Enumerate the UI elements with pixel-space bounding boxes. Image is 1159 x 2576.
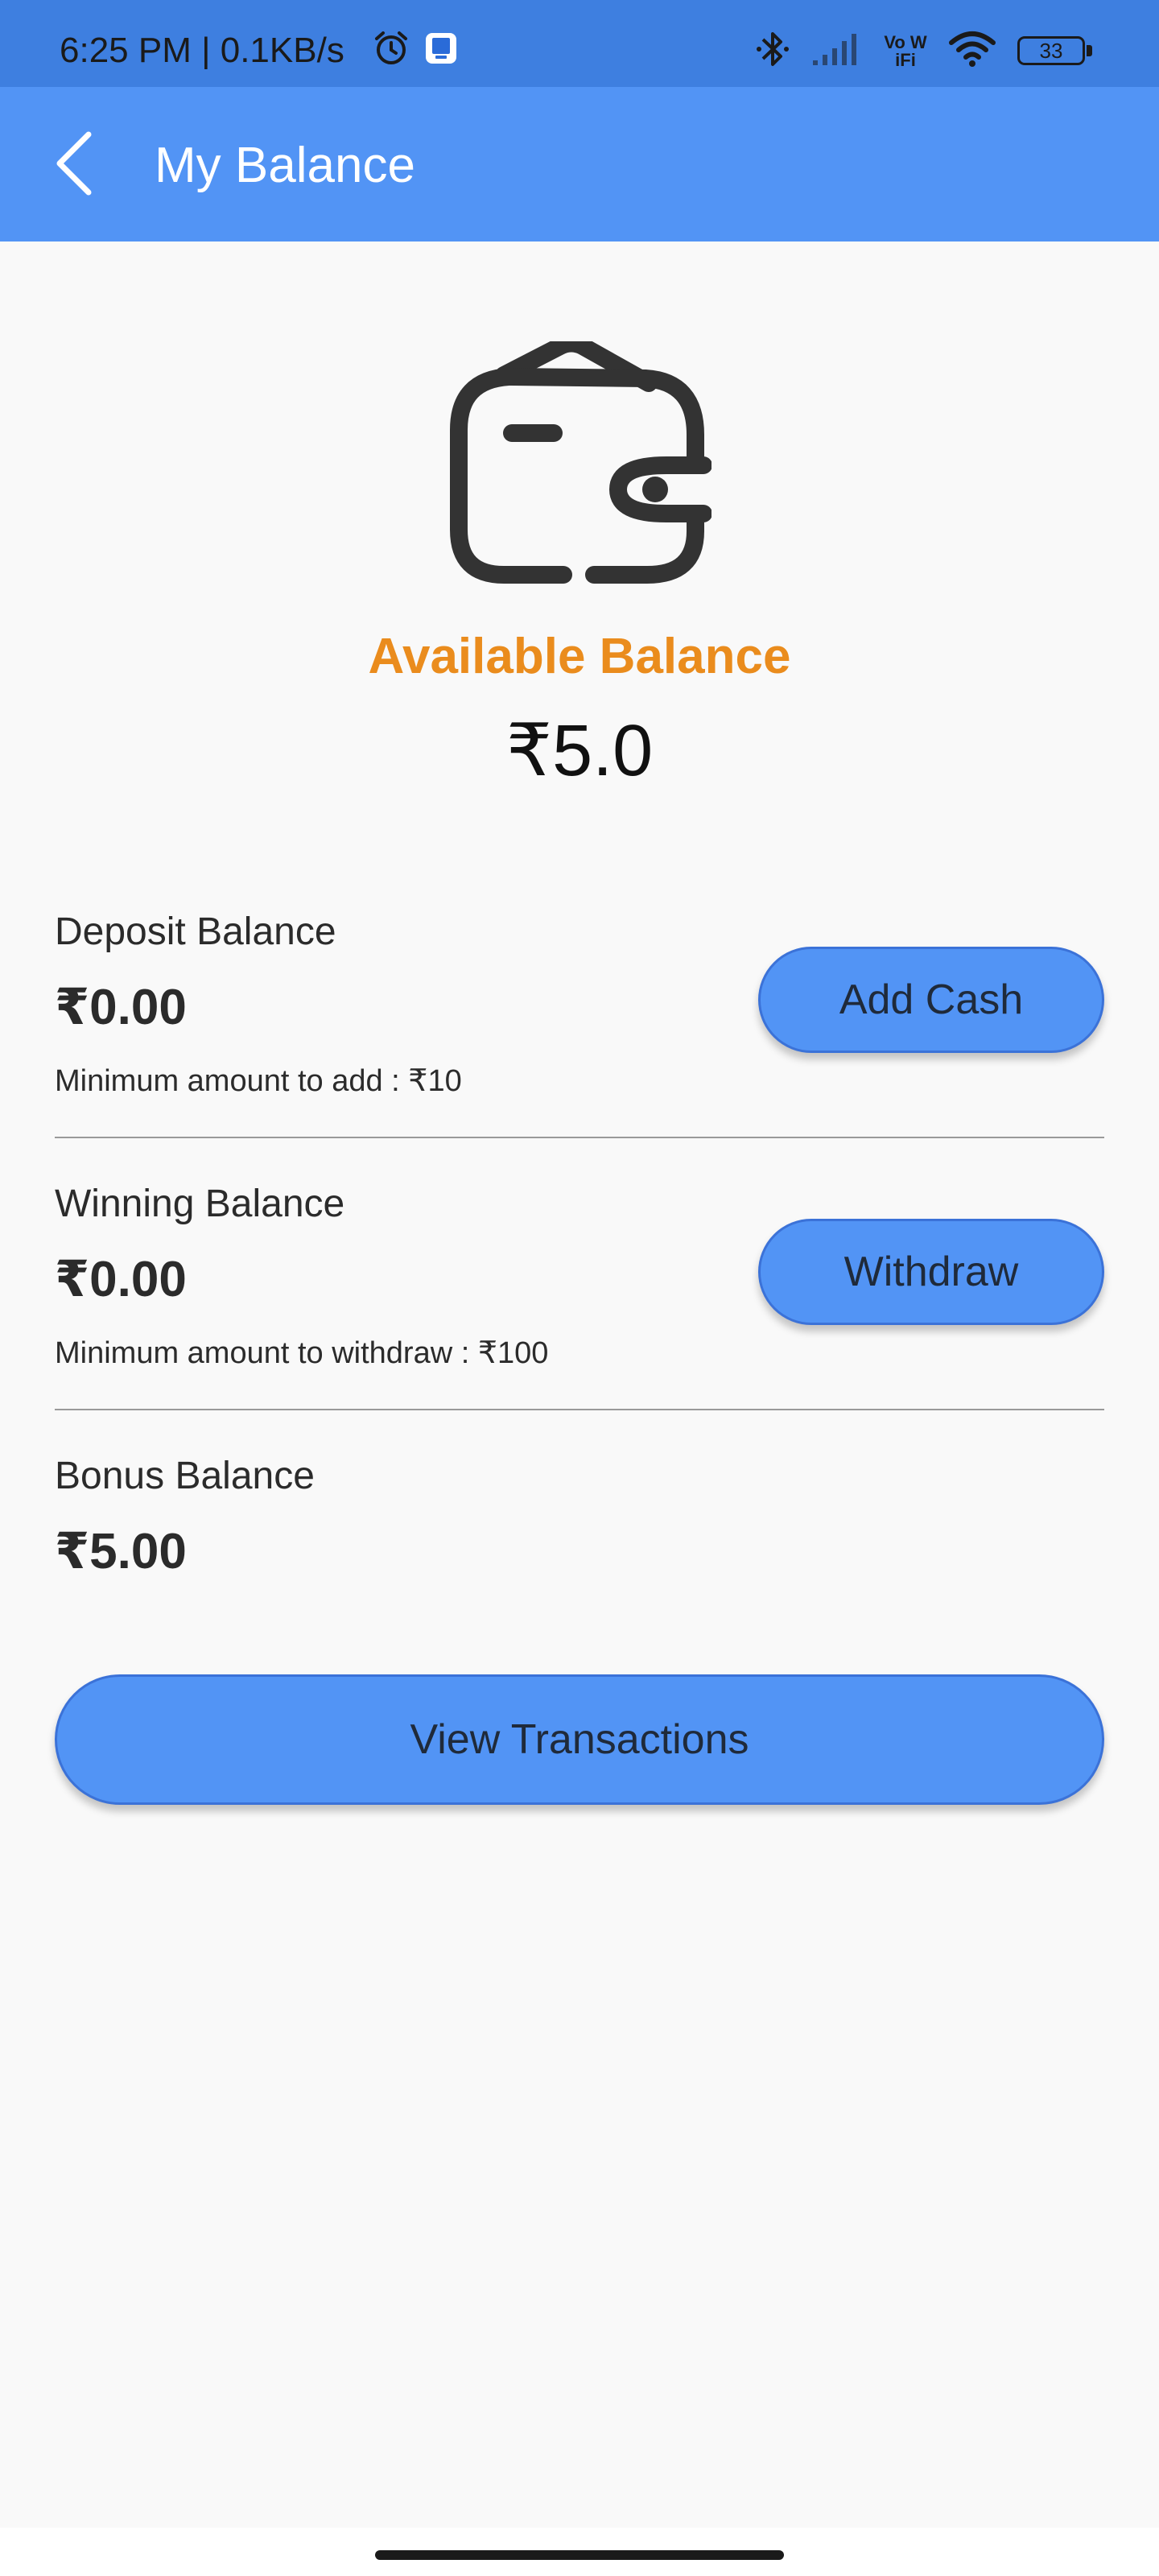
wallet-icon bbox=[448, 334, 712, 599]
bonus-balance-amount: ₹5.00 bbox=[55, 1524, 187, 1579]
back-button[interactable] bbox=[45, 129, 103, 201]
winning-minimum-note: Minimum amount to withdraw : ₹100 bbox=[55, 1336, 549, 1370]
bonus-balance-title: Bonus Balance bbox=[55, 1455, 315, 1497]
divider bbox=[55, 1409, 1104, 1410]
balance-content: Available Balance ₹5.0 Deposit Balance ₹… bbox=[0, 242, 1159, 2528]
deposit-minimum-note: Minimum amount to add : ₹10 bbox=[55, 1064, 462, 1098]
alarm-icon bbox=[372, 29, 410, 72]
deposit-balance-title: Deposit Balance bbox=[55, 910, 336, 953]
vowifi-label: Vo WiFi bbox=[884, 31, 927, 70]
add-cash-button[interactable]: Add Cash bbox=[758, 947, 1104, 1053]
winning-balance-title: Winning Balance bbox=[55, 1183, 345, 1225]
status-left-icons bbox=[372, 29, 459, 72]
app-notification-icon bbox=[423, 31, 459, 70]
home-indicator[interactable] bbox=[375, 2550, 784, 2560]
divider bbox=[55, 1137, 1104, 1138]
signal-icon bbox=[811, 31, 863, 71]
winning-balance-section: Winning Balance ₹0.00 Minimum amount to … bbox=[55, 1182, 1104, 1423]
app-bar: My Balance bbox=[0, 87, 1159, 242]
withdraw-button[interactable]: Withdraw bbox=[758, 1219, 1104, 1325]
available-balance-amount: ₹5.0 bbox=[505, 711, 654, 791]
status-time: 6:25 PM | 0.1KB/s bbox=[60, 31, 344, 70]
available-balance-label: Available Balance bbox=[368, 629, 791, 684]
deposit-balance-amount: ₹0.00 bbox=[55, 980, 187, 1035]
page-title: My Balance bbox=[155, 138, 415, 193]
winning-balance-amount: ₹0.00 bbox=[55, 1252, 187, 1307]
wifi-icon bbox=[948, 30, 996, 72]
status-right-icons: Vo WiFi 33 bbox=[755, 27, 1095, 75]
system-nav-bar bbox=[0, 2528, 1159, 2576]
vowifi-icon: Vo WiFi bbox=[884, 31, 927, 70]
view-transactions-button[interactable]: View Transactions bbox=[55, 1674, 1104, 1805]
battery-level: 33 bbox=[1039, 38, 1063, 63]
battery-icon: 33 bbox=[1017, 35, 1095, 68]
bonus-balance-section: Bonus Balance ₹5.00 bbox=[55, 1454, 1104, 1615]
back-arrow-icon bbox=[52, 130, 97, 201]
bluetooth-icon bbox=[755, 27, 790, 75]
deposit-balance-section: Deposit Balance ₹0.00 Minimum amount to … bbox=[55, 910, 1104, 1151]
status-bar: 6:25 PM | 0.1KB/s Vo WiFi 33 bbox=[0, 0, 1159, 87]
